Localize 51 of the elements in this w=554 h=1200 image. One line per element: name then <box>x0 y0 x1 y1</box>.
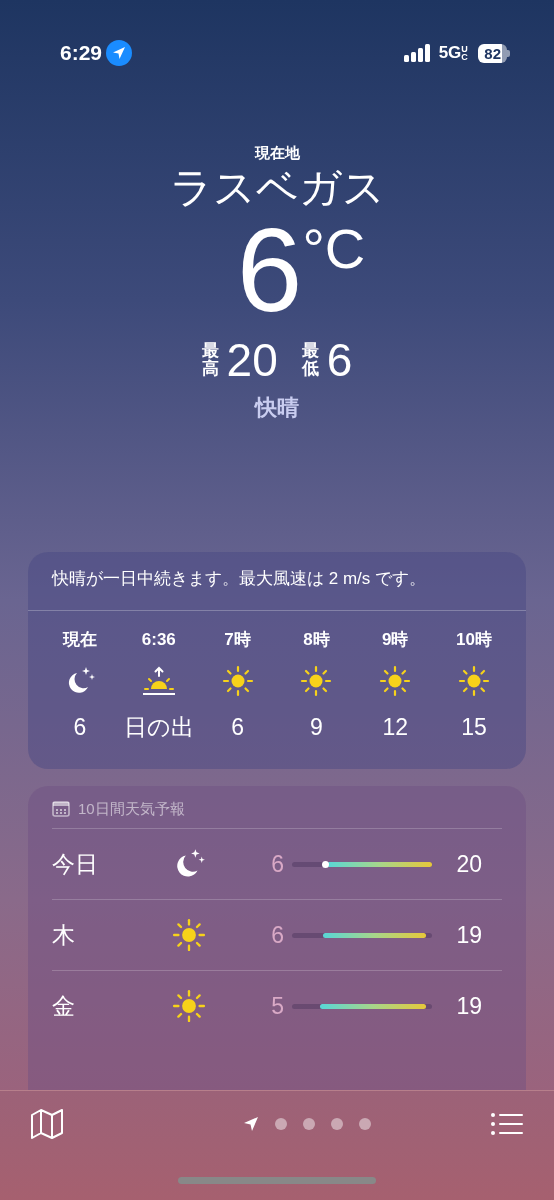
day-label: 金 <box>52 991 76 1021</box>
sun-icon <box>458 665 490 698</box>
sun-icon <box>379 665 412 698</box>
forecast-summary: 快晴が一日中続きます。最大風速は 2 m/s です。 <box>28 552 526 611</box>
hour-temperature: 6 <box>231 713 244 743</box>
temperature-unit: °C <box>302 221 366 283</box>
hour-label: 現在 <box>63 628 97 651</box>
high-label: 最高 <box>201 341 219 379</box>
battery-icon: 82 <box>478 43 507 63</box>
clock-time: 6:29 <box>60 40 103 67</box>
hour-temperature: 6 <box>73 713 87 743</box>
sun-icon <box>172 989 206 1024</box>
network-suffix: UC <box>461 44 469 62</box>
day-label: 木 <box>52 920 76 950</box>
page-dot[interactable] <box>303 1118 315 1130</box>
page-dot[interactable] <box>275 1118 287 1130</box>
hour-label: 7時 <box>224 628 251 651</box>
signal-icon <box>403 44 431 62</box>
low-temperature: 6 <box>270 849 285 879</box>
hour-label: 8時 <box>303 628 330 651</box>
calendar-icon <box>52 800 70 817</box>
weather-condition: 快晴 <box>255 394 299 423</box>
day-label: 今日 <box>52 849 99 879</box>
list-icon[interactable] <box>490 1111 524 1137</box>
low-label: 最低 <box>301 341 319 379</box>
hour-temperature: 日の出 <box>123 713 194 743</box>
city-name: ラスベガス <box>169 165 385 212</box>
hour-temperature: 9 <box>310 713 323 743</box>
high-temperature: 20 <box>455 849 482 879</box>
current-temperature: 6 <box>236 211 303 330</box>
sun-icon <box>221 665 254 698</box>
high-temperature: 19 <box>455 920 482 950</box>
low-temperature: 6 <box>270 920 285 950</box>
forecast-title: 10日間天気予報 <box>78 798 185 819</box>
low-temperature: 6 <box>326 337 353 384</box>
location-label: 現在地 <box>254 143 300 163</box>
hour-label: 6:36 <box>141 628 176 651</box>
high-temperature: 20 <box>226 337 278 384</box>
sun-icon <box>300 665 333 698</box>
hour-temperature: 12 <box>382 713 408 743</box>
low-temperature: 5 <box>270 991 285 1021</box>
location-page-icon[interactable] <box>243 1116 259 1132</box>
high-temperature: 19 <box>455 991 482 1021</box>
page-dot[interactable] <box>359 1118 371 1130</box>
sun-icon <box>172 918 206 953</box>
hour-label: 10時 <box>456 628 492 651</box>
hour-temperature: 15 <box>461 713 487 743</box>
map-icon[interactable] <box>30 1109 64 1139</box>
network-label: 5G <box>438 42 462 65</box>
hour-label: 9時 <box>381 628 409 651</box>
page-dot[interactable] <box>331 1118 343 1130</box>
